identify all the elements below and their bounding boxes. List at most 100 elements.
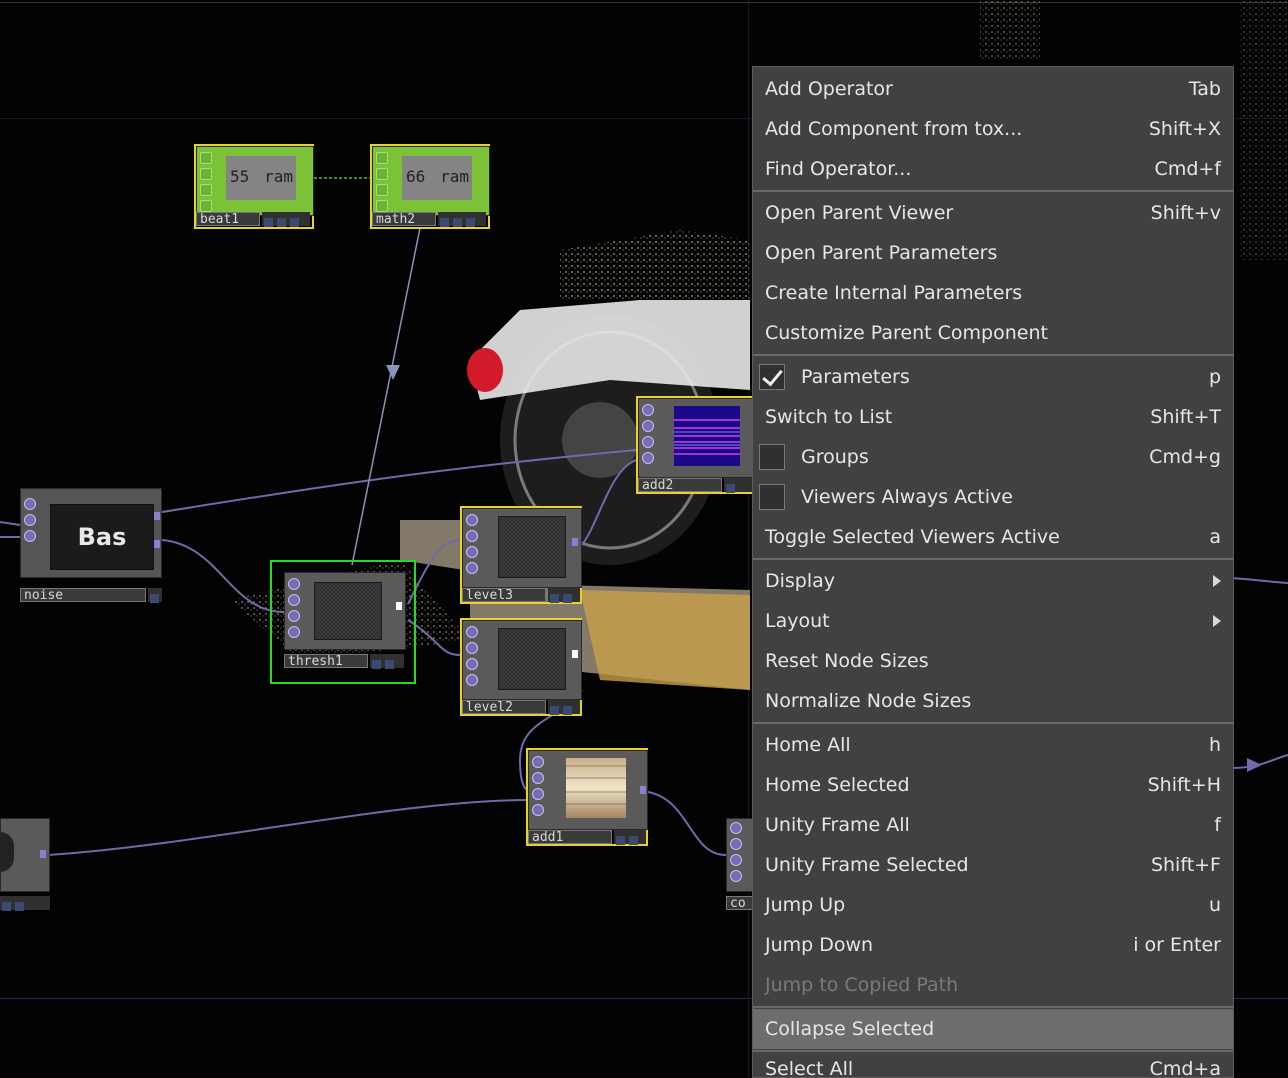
output-connector[interactable] — [572, 538, 578, 546]
menu-separator — [753, 1006, 1233, 1008]
node-level2[interactable]: level2 — [460, 618, 582, 716]
chop-value: 66 — [406, 167, 426, 186]
node-math2[interactable]: 66 ram math2 — [370, 144, 490, 229]
menu-item-groups[interactable]: Groups Cmd+g — [753, 437, 1233, 477]
menu-item-label: Add Component from tox... — [765, 118, 1023, 140]
node-add2[interactable]: add2 — [636, 396, 756, 494]
menu-item-unity-frame-selected[interactable]: Unity Frame Selected Shift+F — [753, 845, 1233, 885]
menu-item-label: Normalize Node Sizes — [765, 690, 972, 712]
menu-item-shortcut: i or Enter — [1133, 934, 1221, 956]
checkbox-checked-icon[interactable] — [759, 364, 785, 390]
node-partial-left[interactable] — [0, 818, 50, 912]
output-connector[interactable] — [40, 850, 46, 858]
menu-item-jump-to-copied-path: Jump to Copied Path — [753, 965, 1233, 1005]
menu-separator — [753, 354, 1233, 356]
menu-item-display[interactable]: Display — [753, 561, 1233, 601]
input-connectors[interactable] — [464, 512, 480, 576]
top-preview — [566, 758, 626, 818]
menu-item-reset-node-sizes[interactable]: Reset Node Sizes — [753, 641, 1233, 681]
menu-item-label: Customize Parent Component — [765, 322, 1048, 344]
menu-item-find-operator[interactable]: Find Operator... Cmd+f — [753, 149, 1233, 189]
node-label[interactable]: noise — [20, 588, 146, 602]
node-noise[interactable]: Bas noise — [20, 488, 162, 606]
menu-item-label: Unity Frame All — [765, 814, 910, 836]
node-flags[interactable] — [548, 588, 580, 603]
node-label[interactable]: add1 — [528, 830, 612, 844]
menu-item-label: Open Parent Viewer — [765, 202, 954, 224]
output-connector[interactable] — [154, 512, 160, 520]
node-thresh1[interactable]: thresh1 — [270, 560, 416, 684]
chop-viewer: 66 ram — [402, 156, 472, 200]
menu-item-label: Home Selected — [765, 774, 910, 796]
checkbox-icon[interactable] — [759, 444, 785, 470]
output-connector[interactable] — [396, 602, 402, 610]
menu-item-add-component-from-tox[interactable]: Add Component from tox... Shift+X — [753, 109, 1233, 149]
node-flags[interactable] — [262, 212, 310, 227]
top-preview — [498, 516, 566, 578]
output-connector[interactable] — [640, 786, 646, 794]
noise-preview: Bas — [50, 504, 154, 570]
chop-channel-suffix: ram — [440, 167, 469, 186]
menu-item-jump-up[interactable]: Jump Up u — [753, 885, 1233, 925]
node-level3[interactable]: level3 — [460, 506, 582, 604]
node-add1[interactable]: add1 — [526, 748, 648, 846]
menu-item-layout[interactable]: Layout — [753, 601, 1233, 641]
menu-item-unity-frame-all[interactable]: Unity Frame All f — [753, 805, 1233, 845]
menu-item-normalize-node-sizes[interactable]: Normalize Node Sizes — [753, 681, 1233, 721]
menu-item-label: Collapse Selected — [765, 1018, 935, 1040]
menu-item-label: Layout — [765, 610, 830, 632]
menu-separator — [753, 722, 1233, 724]
menu-separator — [753, 558, 1233, 560]
input-connectors[interactable] — [198, 150, 214, 214]
menu-item-jump-down[interactable]: Jump Down i or Enter — [753, 925, 1233, 965]
menu-item-switch-to-list[interactable]: Switch to List Shift+T — [753, 397, 1233, 437]
input-connectors[interactable] — [640, 402, 656, 466]
menu-item-viewers-always-active[interactable]: Viewers Always Active — [753, 477, 1233, 517]
chop-value: 55 — [230, 167, 250, 186]
menu-item-shortcut: a — [1209, 526, 1221, 548]
menu-item-label: Viewers Always Active — [801, 486, 1013, 508]
context-menu[interactable]: Add Operator Tab Add Component from tox.… — [752, 66, 1234, 1078]
menu-item-open-parent-viewer[interactable]: Open Parent Viewer Shift+v — [753, 193, 1233, 233]
menu-item-customize-parent-component[interactable]: Customize Parent Component — [753, 313, 1233, 353]
input-connectors[interactable] — [464, 624, 480, 688]
input-connectors[interactable] — [22, 496, 38, 544]
input-connectors[interactable] — [286, 576, 302, 640]
node-flags[interactable] — [370, 654, 404, 669]
menu-item-shortcut: Tab — [1188, 78, 1221, 100]
node-label[interactable]: level3 — [462, 588, 546, 602]
chop-viewer: 55 ram — [226, 156, 296, 200]
preview-text: Bas — [77, 523, 127, 551]
menu-item-select-all[interactable]: Select All Cmd+a — [753, 1049, 1233, 1077]
menu-item-collapse-selected[interactable]: Collapse Selected — [753, 1009, 1233, 1049]
menu-item-toggle-selected-viewers-active[interactable]: Toggle Selected Viewers Active a — [753, 517, 1233, 557]
menu-item-add-operator[interactable]: Add Operator Tab — [753, 69, 1233, 109]
node-flags[interactable] — [148, 588, 162, 603]
input-connectors[interactable] — [728, 820, 744, 884]
input-connectors[interactable] — [374, 150, 390, 214]
node-label[interactable]: thresh1 — [284, 654, 368, 668]
menu-item-open-parent-parameters[interactable]: Open Parent Parameters — [753, 233, 1233, 273]
node-flags[interactable] — [548, 700, 580, 715]
node-flags[interactable] — [724, 478, 754, 493]
menu-item-parameters[interactable]: Parameters p — [753, 357, 1233, 397]
node-label[interactable]: math2 — [372, 212, 436, 226]
menu-item-home-all[interactable]: Home All h — [753, 725, 1233, 765]
input-connectors[interactable] — [530, 754, 546, 818]
node-label[interactable]: beat1 — [196, 212, 260, 226]
node-flags[interactable] — [614, 830, 646, 845]
node-flags[interactable] — [0, 896, 50, 911]
output-connector[interactable] — [572, 650, 578, 658]
menu-item-create-internal-parameters[interactable]: Create Internal Parameters — [753, 273, 1233, 313]
node-flags[interactable] — [438, 212, 486, 227]
node-label[interactable]: add2 — [638, 478, 722, 492]
menu-item-label: Open Parent Parameters — [765, 242, 998, 264]
submenu-arrow-icon — [1213, 615, 1221, 627]
output-connector[interactable] — [154, 540, 160, 548]
menu-item-home-selected[interactable]: Home Selected Shift+H — [753, 765, 1233, 805]
checkbox-icon[interactable] — [759, 484, 785, 510]
menu-item-label: Create Internal Parameters — [765, 282, 1023, 304]
menu-item-shortcut: Shift+X — [1148, 118, 1221, 140]
node-label[interactable]: level2 — [462, 700, 546, 714]
node-beat1[interactable]: 55 ram beat1 — [194, 144, 314, 229]
